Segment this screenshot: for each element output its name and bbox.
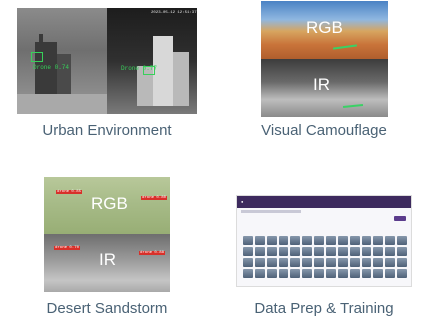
image-thumbnail [397, 247, 407, 256]
image-thumbnail [314, 258, 324, 267]
image-thumbnail [349, 247, 360, 256]
data-prep-dashboard-image: ● [236, 195, 412, 287]
detection-label: Drone 0.77 [121, 65, 158, 72]
image-thumbnail [266, 236, 277, 245]
image-thumbnail [290, 236, 301, 245]
image-thumbnail [361, 269, 372, 278]
urban-environment-image: Drone 0.74 Drone 0.77 2023-05-12 12:51:3… [17, 8, 197, 114]
image-thumbnail [385, 269, 396, 278]
image-thumbnail [325, 247, 336, 256]
detection-streak [332, 44, 358, 50]
dashboard-logo-icon: ● [241, 199, 244, 204]
timestamp: 2023-05-12 12:51:37 [151, 11, 197, 15]
image-thumbnail [243, 269, 253, 278]
image-thumbnail [254, 247, 265, 256]
detection-label: drone 0.88 [139, 251, 166, 255]
ir-overlay: IR [313, 75, 330, 94]
image-thumbnail [278, 247, 289, 256]
image-thumbnail [290, 247, 301, 256]
image-thumbnail [254, 269, 265, 278]
image-thumbnail [278, 258, 289, 267]
image-thumbnail [290, 258, 301, 267]
dashboard-breadcrumb [241, 210, 301, 213]
image-thumbnail [266, 258, 277, 267]
thermal-left-panel: Drone 0.74 [17, 8, 107, 114]
ir-panel: drone 0.70 drone 0.88 IR [44, 234, 170, 292]
image-thumbnail [325, 236, 336, 245]
image-thumbnail [373, 236, 384, 245]
rgb-overlay: RGB [306, 18, 343, 37]
thermal-right-panel: Drone 0.77 2023-05-12 12:51:37 [107, 8, 197, 114]
rgb-panel: drone 0.85 drone 0.80 RGB [44, 177, 170, 234]
building [39, 34, 43, 44]
rgb-panel: RGB [261, 1, 388, 59]
image-thumbnail [254, 236, 265, 245]
image-thumbnail [314, 247, 324, 256]
detection-label: drone 0.85 [56, 190, 83, 194]
image-thumbnail [243, 258, 253, 267]
dashboard-action-button [394, 216, 406, 221]
image-thumbnail [373, 269, 384, 278]
image-thumbnail [397, 236, 407, 245]
image-thumbnail [302, 236, 313, 245]
image-thumbnail [325, 258, 336, 267]
image-thumbnail [290, 269, 301, 278]
detection-label: Drone 0.74 [33, 64, 70, 71]
image-thumbnail [361, 247, 372, 256]
image-thumbnail [349, 258, 360, 267]
building [173, 52, 189, 106]
detection-box [31, 52, 43, 62]
image-thumbnail [314, 269, 324, 278]
image-thumbnail [337, 247, 348, 256]
caption-data-prep-training: Data Prep & Training [254, 300, 394, 317]
image-thumbnail [361, 236, 372, 245]
image-thumbnail [361, 258, 372, 267]
image-thumbnail [278, 236, 289, 245]
image-thumbnail [266, 247, 277, 256]
image-thumbnail [373, 258, 384, 267]
image-thumbnail [337, 236, 348, 245]
image-thumbnail [266, 269, 277, 278]
image-thumbnail [254, 258, 265, 267]
visual-camouflage-image: RGB IR [261, 1, 388, 117]
caption-visual-camouflage: Visual Camouflage [261, 122, 387, 139]
image-thumbnail [337, 269, 348, 278]
image-thumbnail [397, 269, 407, 278]
dashboard-header-bar: ● [237, 196, 411, 208]
image-thumbnail [302, 269, 313, 278]
detection-label: drone 0.80 [141, 196, 168, 200]
caption-urban-environment: Urban Environment [42, 122, 172, 139]
image-thumbnail [243, 236, 253, 245]
image-thumbnail [302, 258, 313, 267]
ir-overlay: IR [99, 250, 116, 269]
image-thumbnail [337, 258, 348, 267]
detection-streak [342, 103, 364, 109]
building [57, 54, 71, 94]
rgb-overlay: RGB [91, 194, 128, 213]
image-thumbnail [302, 247, 313, 256]
image-thumbnail [385, 258, 396, 267]
caption-desert-sandstorm: Desert Sandstorm [46, 300, 168, 317]
image-thumbnail [278, 269, 289, 278]
image-thumbnail [325, 269, 336, 278]
image-thumbnail [349, 269, 360, 278]
image-thumbnail [314, 236, 324, 245]
desert-sandstorm-image: drone 0.85 drone 0.80 RGB drone 0.70 dro… [44, 177, 170, 292]
image-thumbnail [349, 236, 360, 245]
detection-label: drone 0.70 [54, 246, 81, 250]
image-thumbnail [243, 247, 253, 256]
ground [17, 94, 107, 114]
image-thumbnail [397, 258, 407, 267]
ir-panel: IR [261, 59, 388, 117]
image-thumbnail [385, 247, 396, 256]
image-thumbnail [373, 247, 384, 256]
image-thumbnail-grid [243, 236, 407, 278]
image-thumbnail [385, 236, 396, 245]
